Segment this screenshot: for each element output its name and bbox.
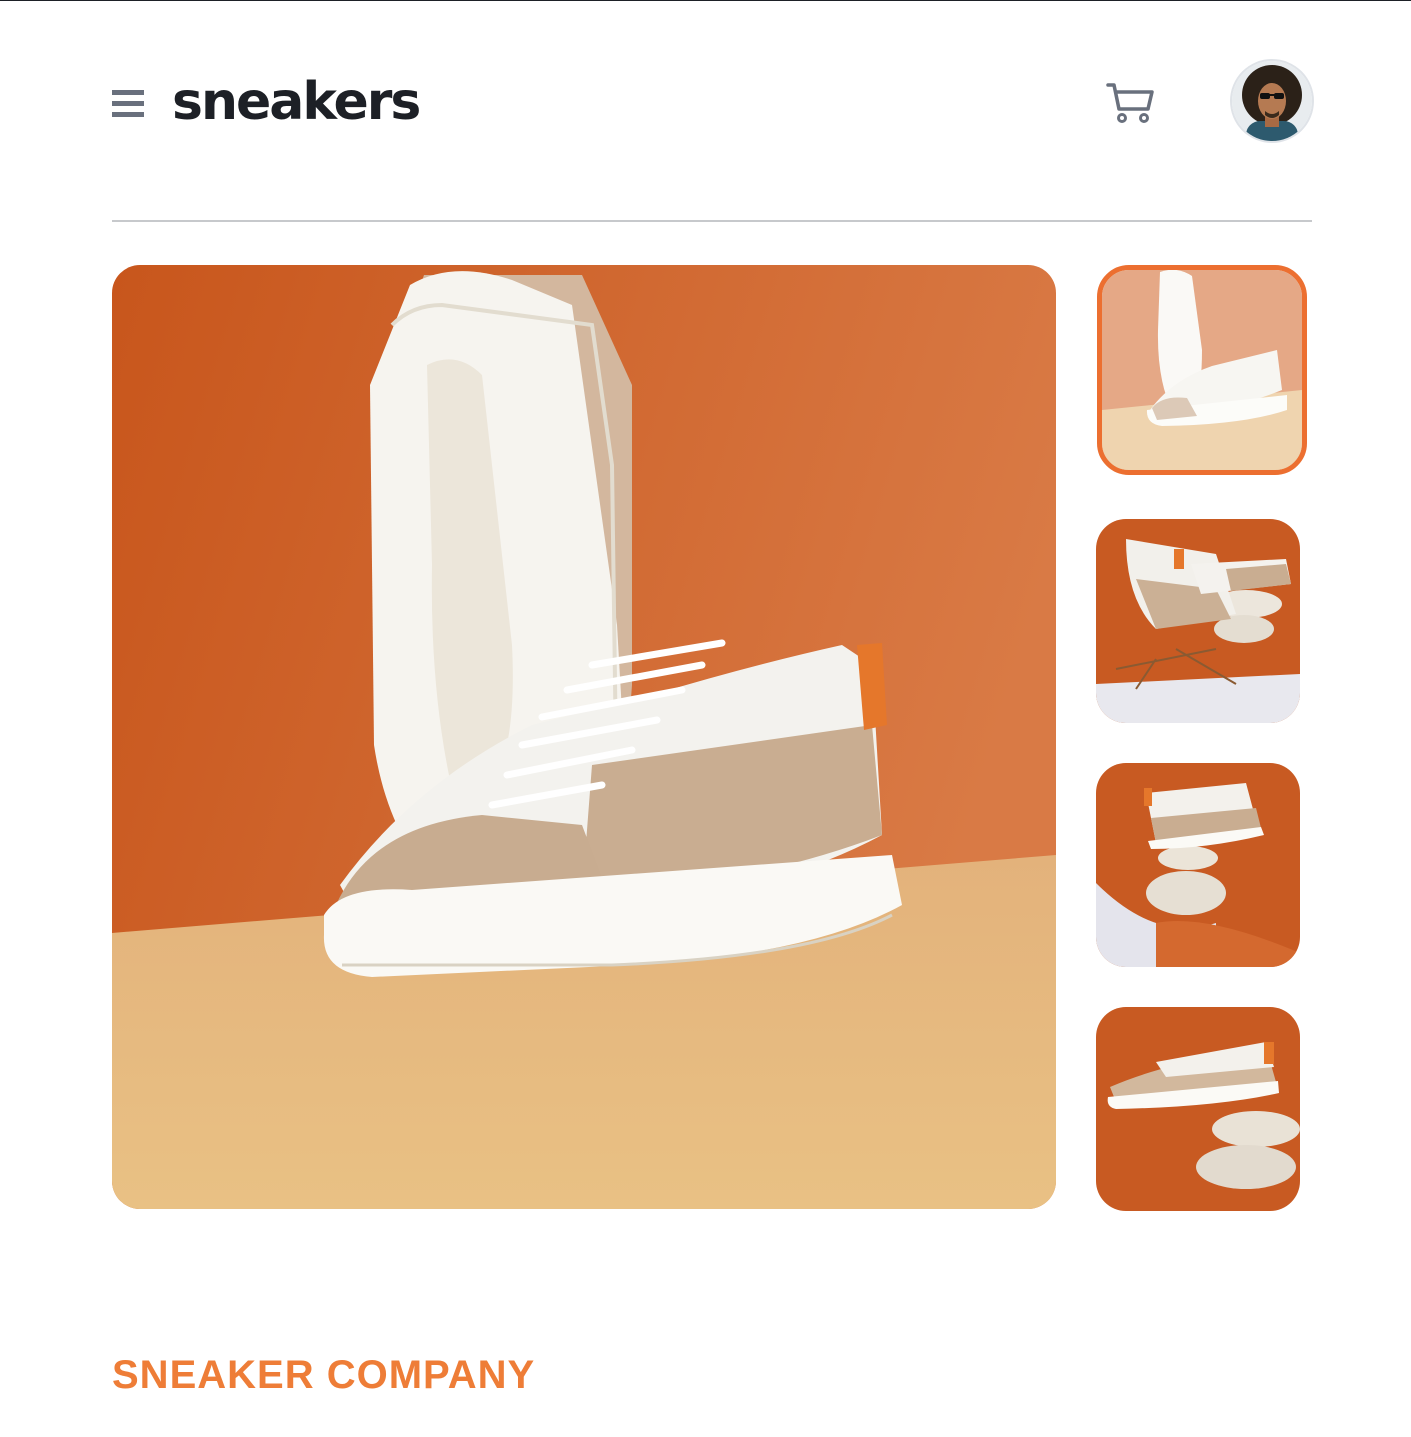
- hamburger-menu-button[interactable]: [112, 90, 144, 120]
- menu-line: [112, 101, 144, 106]
- product-thumbnail-4[interactable]: [1096, 1007, 1300, 1211]
- menu-line: [112, 90, 144, 95]
- product-thumbnail-2[interactable]: [1096, 519, 1300, 723]
- cart-icon: [1106, 83, 1154, 123]
- header-divider: [112, 220, 1312, 222]
- top-border: [0, 0, 1411, 1]
- product-image-main[interactable]: [112, 265, 1056, 1209]
- product-page: sneakers SNEAKER COMPANY: [0, 0, 1411, 1437]
- sneaker-photo-1: [112, 265, 1056, 1209]
- user-avatar[interactable]: [1232, 61, 1312, 141]
- sneaker-thumb-2-image: [1096, 519, 1300, 723]
- product-thumbnail-1[interactable]: [1097, 265, 1307, 475]
- menu-line: [112, 112, 144, 117]
- sneaker-thumb-1-image: [1102, 270, 1302, 470]
- avatar-image: [1232, 61, 1312, 141]
- sneaker-thumb-4-image: [1096, 1007, 1300, 1211]
- product-thumbnail-3[interactable]: [1096, 763, 1300, 967]
- logo[interactable]: sneakers: [172, 66, 421, 138]
- company-name: SNEAKER COMPANY: [112, 1353, 536, 1397]
- cart-button[interactable]: [1104, 78, 1156, 126]
- sneaker-thumb-3-image: [1096, 763, 1300, 967]
